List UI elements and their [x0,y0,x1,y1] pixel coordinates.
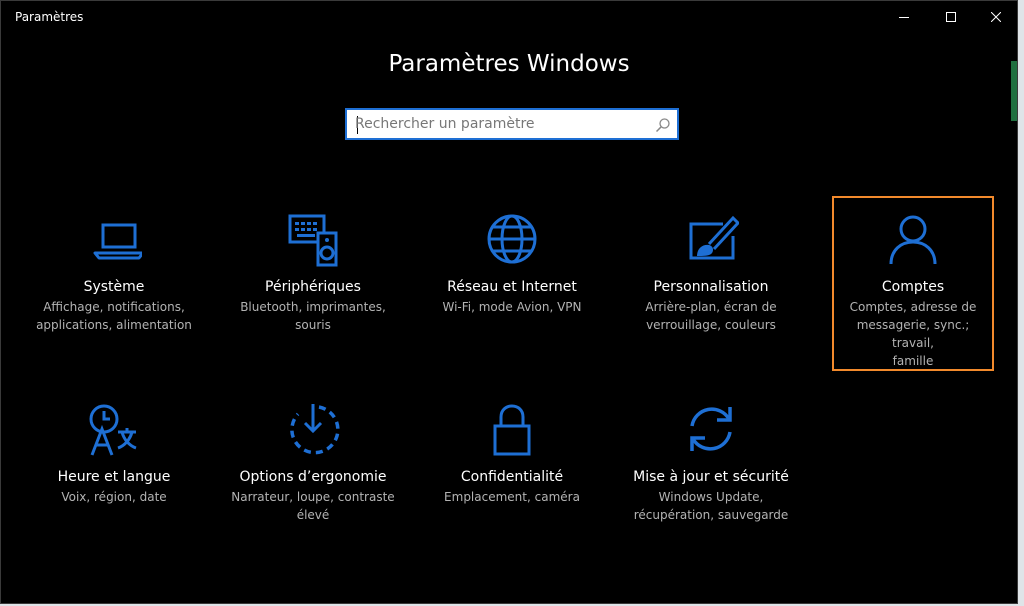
tile-description-line: messagerie, sync.; travail, [856,318,970,350]
tile-description: Comptes, adresse de messagerie, sync.; tr… [834,298,992,370]
tile-description: Bluetooth, imprimantes, souris [213,298,413,334]
search-icon[interactable] [655,117,671,137]
minimize-button[interactable] [881,1,927,33]
close-button[interactable] [973,1,1017,33]
title-bar[interactable]: Paramètres [1,1,1017,33]
page-title: Paramètres Windows [388,51,630,77]
tile-title: Comptes [881,279,945,295]
settings-window: Paramètres Paramètres Windows Système Aff… [0,0,1018,604]
tile-description: Narrateur, loupe, contraste élevé [213,488,413,524]
tile-description-line: Affichage, notifications, [43,300,185,314]
tile-description-line: famille [892,354,934,368]
tile-title: Mise à jour et sécurité [633,469,789,485]
tile-description: Affichage, notifications, applications, a… [14,298,214,334]
tile-title: Réseau et Internet [447,279,577,295]
tile-description: Arrière-plan, écran de verrouillage, coul… [611,298,811,334]
tile-title: Options d’ergonomie [239,469,387,485]
tile-description: Voix, région, date [14,488,214,506]
globe-icon [412,212,612,270]
tile-description: Windows Update, récupération, sauvegarde [611,488,811,524]
tile-miseajour[interactable]: Mise à jour et sécurité Windows Update, ré… [611,386,811,524]
tile-comptes[interactable]: Comptes Comptes, adresse de messagerie, sy… [832,196,994,371]
lock-icon [412,402,612,460]
background-window-edge [1011,61,1017,121]
minimize-icon [899,17,909,18]
tile-title: Système [83,279,145,295]
tile-heure[interactable]: Heure et langue Voix, région, date [14,386,214,506]
tile-description-line: Bluetooth, imprimantes, [240,300,386,314]
tile-confidentialite[interactable]: Confidentialité Emplacement, caméra [412,386,612,506]
tile-title: Personnalisation [653,279,769,295]
search-box[interactable] [345,108,679,140]
tile-description-line: Wi-Fi, mode Avion, VPN [442,300,582,314]
tile-description-line: récupération, sauvegarde [633,508,789,522]
close-icon [991,12,1001,22]
search-input[interactable] [355,114,645,134]
tile-title: Heure et langue [57,469,171,485]
tile-description-line: verrouillage, couleurs [646,318,776,332]
maximize-button[interactable] [928,1,974,33]
tile-title: Confidentialité [460,469,564,485]
tile-description-line: Comptes, adresse de [849,300,977,314]
tile-personnalisation[interactable]: Personnalisation Arrière-plan, écran de ve… [611,196,811,334]
tile-description-line: élevé [296,508,330,522]
tile-description-line: Emplacement, caméra [444,490,580,504]
tile-title: Périphériques [265,279,361,295]
tile-description-line: Arrière-plan, écran de [645,300,777,314]
paint-icon [611,212,811,270]
person-icon [834,212,992,270]
tile-description-line: Voix, région, date [61,490,167,504]
tile-description-line: souris [295,318,331,332]
update-icon [611,402,811,460]
window-title: Paramètres [15,10,84,24]
tile-reseau[interactable]: Réseau et Internet Wi-Fi, mode Avion, VPN [412,196,612,316]
time-language-icon [14,402,214,460]
devices-icon [213,212,413,270]
maximize-icon [946,12,956,22]
tile-description-line: Windows Update, [658,490,764,504]
laptop-icon [14,212,214,270]
ease-of-access-icon [213,402,413,460]
tile-ergonomie[interactable]: Options d’ergonomie Narrateur, loupe, con… [213,386,413,524]
tile-systeme[interactable]: Système Affichage, notifications, applicat… [14,196,214,334]
tile-description-line: Narrateur, loupe, contraste [231,490,395,504]
tile-peripheriques[interactable]: Périphériques Bluetooth, imprimantes, sour… [213,196,413,334]
tile-description: Wi-Fi, mode Avion, VPN [412,298,612,316]
tile-description: Emplacement, caméra [412,488,612,506]
tile-description-line: applications, alimentation [36,318,192,332]
